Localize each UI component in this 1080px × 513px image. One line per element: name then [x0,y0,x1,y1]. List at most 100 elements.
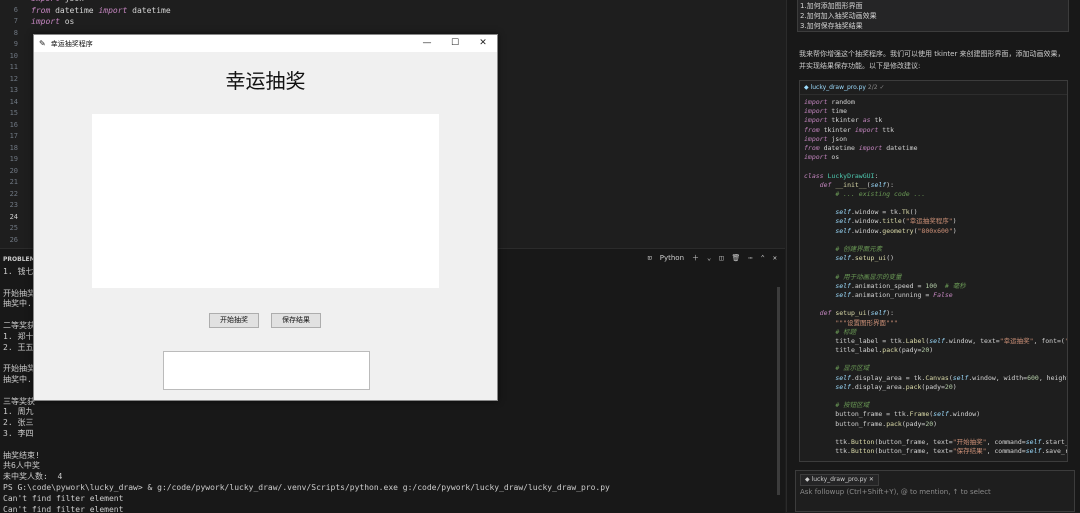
context-file-chip[interactable]: ◆ lucky_draw_pro.py ✕ [800,474,879,486]
code-block-header[interactable]: ◆ lucky_draw_pro.py 2/2 ✓ [800,81,1067,95]
code-line: import tkinter as tk [804,116,883,125]
context-file-name: lucky_draw_pro.py [811,476,867,483]
chat-input-placeholder: Ask followup (Ctrl+Shift+Y), @ to mentio… [800,488,991,496]
user-message-line: 3.加何保存抽奖结果 [800,22,863,30]
terminal-line: 未中奖人数: 4 [3,472,63,482]
code-line: button_frame = ttk.Frame(self.window) [804,410,981,419]
line-number: 24 [9,212,18,221]
trash-icon[interactable]: 🗑 [731,254,740,262]
line-number: 20 [9,166,18,175]
code-line: self.animation_speed = 100 # 毫秒 [835,281,966,290]
code-block-filename: lucky_draw_pro.py [810,84,866,91]
line-number: 17 [9,132,18,140]
start-draw-button[interactable]: 开始抽奖 [209,313,259,328]
maximize-panel-icon[interactable]: ⌃ [761,254,765,262]
code-line: self.display_area = tk.Canvas(self.windo… [835,373,1068,382]
assistant-reply: 我来帮你增强这个抽奖程序。我们可以使用 tkinter 来创建图形界面，添加动画… [799,50,1065,70]
line-number: 25 [9,224,18,232]
line-number: 10 [9,51,18,60]
chat-panel: 1.加何添加图形界面 2.加何加入抽奖动画效果 3.加何保存抽奖结果 我来帮你增… [786,0,1080,512]
app-heading: 幸运抽奖 [225,69,306,93]
line-number: 8 [13,28,18,37]
code-line: self.animation_running = False [835,290,953,299]
chat-input[interactable]: ◆ lucky_draw_pro.py ✕ Ask followup (Ctrl… [795,470,1075,512]
code-line: import os [804,153,840,162]
minimize-button[interactable]: — [413,35,441,52]
save-results-button[interactable]: 保存结果 [271,313,321,328]
terminal-line: PS G:\code\pywork\lucky_draw> & g:/code/… [3,482,610,492]
code-line: def setup_ui(self): [819,309,895,318]
result-text-area[interactable] [163,351,370,390]
user-message-line: 1.加何添加图形界面 [800,2,863,10]
split-terminal-icon[interactable]: ◫ [719,254,723,262]
code-line: import json [804,134,848,143]
code-line: self.window.geometry("800x600") [835,226,957,235]
line-number: 16 [9,120,18,129]
line-number: 9 [13,40,18,48]
line-number: 15 [9,109,18,117]
display-canvas [92,114,439,288]
user-message-line: 2.加何加入抽奖动画效果 [800,12,877,20]
line-number: 23 [9,201,18,209]
line-number: 19 [9,155,18,163]
code-line: # 标题 [835,327,857,336]
line-number: 26 [9,235,18,244]
code-line: title_label.pack(pady=20) [804,346,934,355]
line-number: 13 [9,86,18,94]
line-number: 22 [9,189,18,198]
maximize-button[interactable]: ☐ [441,35,469,52]
line-number: 11 [9,63,18,71]
code-line: self.display_area.pack(pady=20) [835,382,957,391]
code-line: """设置图形界面""" [835,318,898,327]
window-title-bar[interactable]: ✎ 幸运抽奖程序 — ☐ ✕ [34,35,497,52]
terminal-line: 1. 周九 [3,407,34,417]
close-button[interactable]: ✕ [469,35,497,52]
close-panel-icon[interactable]: ✕ [773,254,777,262]
code-line: # 创建界面元素 [835,245,883,253]
new-terminal-icon[interactable]: ＋ [692,253,699,263]
line-number-gutter: 5678910111213141516171819202122232425262… [0,0,18,248]
line-number: 12 [9,74,18,83]
lucky-draw-window[interactable]: ✎ 幸运抽奖程序 — ☐ ✕ 幸运抽奖 开始抽奖 保存结果 [33,34,498,401]
code-line: # ... existing code ... [835,189,926,198]
user-message[interactable]: 1.加何添加图形界面 2.加何加入抽奖动画效果 3.加何保存抽奖结果 [797,0,1069,32]
code-line: button_frame.pack(pady=20) [804,419,938,428]
code-line: title_label = ttk.Label(self.window, tex… [804,336,1067,345]
close-icon[interactable]: ✕ [869,476,874,483]
code-line: from datetime import datetime [31,5,171,15]
code-line: from tkinter import ttk [804,125,895,134]
terminal-line: 2. 张三 [3,418,34,428]
code-line: import time [804,107,848,116]
code-line: self.setup_ui() [835,254,895,263]
code-line: class LuckyDrawGUI: [804,171,879,180]
code-line: import random [804,98,855,106]
code-line: self.window.title("幸运抽奖程序") [835,217,957,226]
line-number: 6 [13,5,18,14]
code-line: # 按钮区域 [835,401,870,410]
python-file-icon: ◆ [804,84,809,91]
line-number: 18 [9,143,18,152]
code-block[interactable]: ◆ lucky_draw_pro.py 2/2 ✓ import random … [799,80,1068,462]
python-file-icon: ◆ [805,476,810,483]
chevron-down-icon[interactable]: ⌄ [707,254,711,262]
window-title: 幸运抽奖程序 [50,39,93,48]
terminal-shell-label[interactable]: Python [660,254,684,262]
terminal-line: 3. 李四 [3,428,34,438]
terminal-scrollbar[interactable] [777,287,780,495]
code-line: # 用于动画显示的变量 [835,272,902,281]
more-icon[interactable]: ⋯ [748,254,752,262]
code-line: import os [31,17,75,26]
terminal-line: 共6人中奖 [3,461,40,471]
line-number: 14 [9,97,18,106]
code-area[interactable]: import json from datetime import datetim… [31,0,171,28]
terminal-icon[interactable]: ⊡ [648,254,652,262]
code-line: # 显示区域 [835,364,870,373]
code-line: from datetime import datetime [804,143,918,152]
